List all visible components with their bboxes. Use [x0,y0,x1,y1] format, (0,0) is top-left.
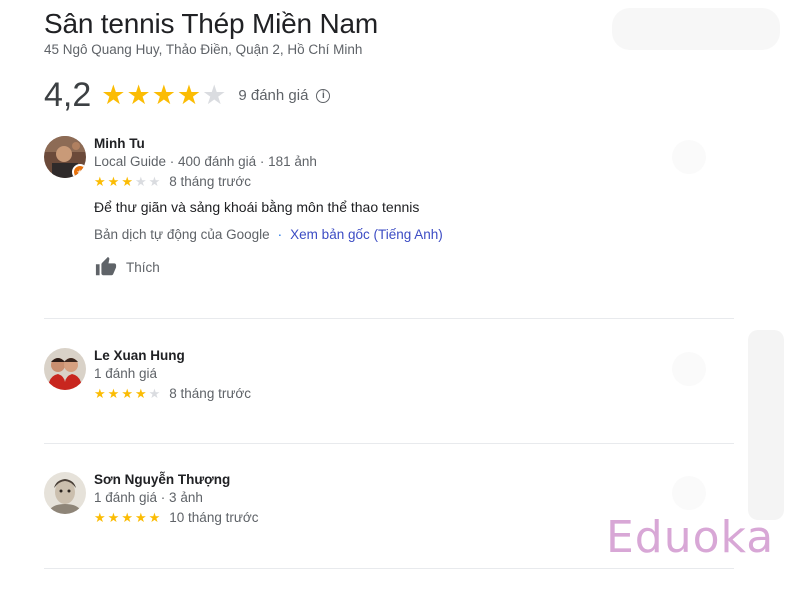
review-item: ★ Minh Tu Local Guide · 400 đánh giá · 1… [44,136,734,296]
info-icon[interactable]: i [316,88,331,103]
star-filled-icon: ★ [94,174,106,189]
review-stars: ★ ★ ★ ★ ★ [94,511,160,524]
blurred-side-panel [748,330,784,520]
review-time: 8 tháng trước [169,174,251,189]
reviewer-meta: Local Guide · 400 đánh giá · 181 ảnh [94,154,317,169]
star-filled-icon: ★ [176,80,202,110]
place-address: 45 Ngô Quang Huy, Thảo Điền, Quận 2, Hồ … [44,42,363,57]
reviewer-name[interactable]: Minh Tu [94,136,714,151]
local-guide-badge-icon: ★ [72,164,86,178]
divider [44,443,734,444]
blurred-header-control [612,8,780,50]
rating-stars: ★ ★ ★ ★ ★ [101,82,226,109]
star-filled-icon: ★ [101,80,126,110]
view-original-link[interactable]: Xem bản gốc (Tiếng Anh) [290,227,443,242]
review-stars: ★ ★ ★ ★ ★ [94,175,160,188]
review-item: Le Xuan Hung 1 đánh giá ★ ★ ★ ★ ★ 8 tháng tr… [44,348,734,428]
star-filled-icon: ★ [107,510,120,525]
review-text: Để thư giãn và sảng khoái bằng môn thể t… [94,199,420,215]
review-menu-button[interactable] [672,352,706,386]
separator-dot: · [277,227,283,242]
review-time: 10 tháng trước [169,510,259,525]
star-empty-icon: ★ [202,80,227,110]
star-empty-icon: ★ [134,174,147,189]
star-filled-icon: ★ [121,386,133,401]
thumbs-up-icon [95,256,117,276]
star-filled-icon: ★ [107,174,120,189]
translation-note: Bản dịch tự động của Google [94,227,270,242]
rating-summary: 4,2 ★ ★ ★ ★ ★ 9 đánh giá i [44,76,331,115]
star-filled-icon: ★ [121,174,133,189]
reviewer-meta: 1 đánh giá [94,366,158,381]
review-time: 8 tháng trước [169,386,251,401]
star-filled-icon: ★ [134,510,147,525]
avatar-photo [44,472,86,514]
eduoka-watermark-logo: Eduoka [606,512,775,563]
star-filled-icon: ★ [94,386,106,401]
reviewer-meta: 1 đánh giá · 3 ảnh [94,490,203,505]
avatar[interactable] [44,472,86,514]
star-empty-icon: ★ [148,386,161,401]
translation-row: Bản dịch tự động của Google · Xem bản gố… [94,227,714,242]
star-filled-icon: ★ [151,80,176,110]
like-label: Thích [126,259,160,275]
reviewer-name[interactable]: Le Xuan Hung [94,348,714,363]
divider [44,568,734,569]
review-menu-button[interactable] [672,140,706,174]
star-filled-icon: ★ [121,510,133,525]
place-title: Sân tennis Thép Miền Nam [44,8,378,39]
star-filled-icon: ★ [134,386,147,401]
reviewer-name[interactable]: Sơn Nguyễn Thượng [94,472,714,487]
place-header: Sân tennis Thép Miền Nam 45 Ngô Quang Hu… [44,8,378,57]
like-button[interactable]: Thích [94,256,714,278]
star-filled-icon: ★ [126,80,151,110]
star-filled-icon: ★ [94,510,106,525]
avatar[interactable] [44,348,86,390]
star-filled-icon: ★ [148,510,161,525]
review-menu-button[interactable] [672,476,706,510]
review-count[interactable]: 9 đánh giá [238,87,308,104]
star-filled-icon: ★ [107,386,120,401]
divider [44,318,734,319]
avatar[interactable]: ★ [44,136,86,178]
rating-score: 4,2 [44,76,92,114]
review-stars: ★ ★ ★ ★ ★ [94,387,160,400]
star-empty-icon: ★ [148,174,161,189]
avatar-photo [44,348,86,390]
